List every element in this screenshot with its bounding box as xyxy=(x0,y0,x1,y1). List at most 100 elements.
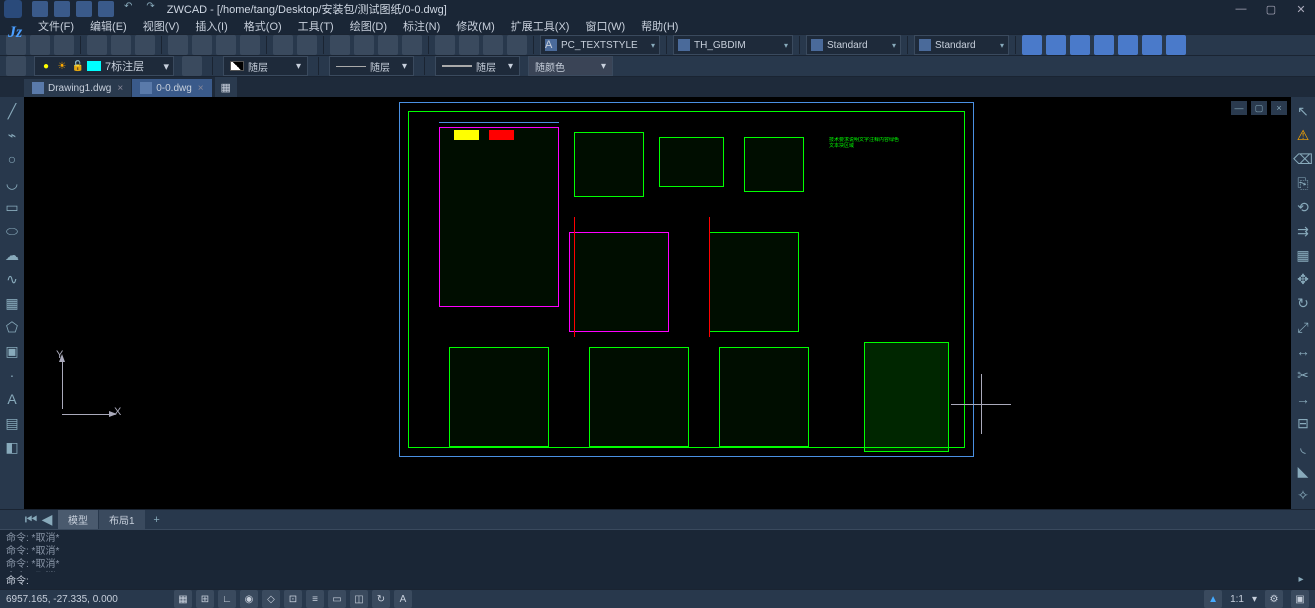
paste-icon[interactable] xyxy=(216,35,236,55)
dyninput-toggle-icon[interactable]: ▭ xyxy=(328,590,346,608)
rotate-tool-icon[interactable]: ↻ xyxy=(1293,293,1313,313)
polar-toggle-icon[interactable]: ◉ xyxy=(240,590,258,608)
hatch-tool-icon[interactable]: ▦ xyxy=(2,293,22,313)
circle-tool-icon[interactable]: ○ xyxy=(2,149,22,169)
color-dropdown[interactable]: 随层 ▾ xyxy=(223,56,308,76)
menu-insert[interactable]: 插入(I) xyxy=(187,18,235,34)
update-icon[interactable] xyxy=(1070,35,1090,55)
layout-tab-model[interactable]: 模型 xyxy=(58,510,98,529)
layer-manager-icon[interactable] xyxy=(6,56,26,76)
calc-icon[interactable] xyxy=(507,35,527,55)
spline-tool-icon[interactable]: ∿ xyxy=(2,269,22,289)
tab-0-0[interactable]: 0-0.dwg × xyxy=(132,79,211,97)
scale-dropdown-icon[interactable]: ▾ xyxy=(1252,594,1257,605)
rectangle-tool-icon[interactable]: ▭ xyxy=(2,197,22,217)
break-tool-icon[interactable]: ⊟ xyxy=(1293,413,1313,433)
warn-tool-icon[interactable]: ⚠ xyxy=(1293,125,1313,145)
toolpalette-icon[interactable] xyxy=(483,35,503,55)
command-dropdown-icon[interactable]: ▸ xyxy=(1293,574,1309,585)
mleaderstyle-dropdown[interactable]: Standard ▾ xyxy=(914,35,1009,55)
qat-save-icon[interactable] xyxy=(76,1,92,17)
menu-file[interactable]: 文件(F) xyxy=(30,18,82,34)
qat-redo-arrow-icon[interactable]: ↷ xyxy=(146,1,154,17)
tab-close-icon[interactable]: × xyxy=(117,83,123,94)
close-button[interactable]: ✕ xyxy=(1291,1,1311,17)
undo-icon[interactable] xyxy=(273,35,293,55)
extra2-icon[interactable] xyxy=(1166,35,1186,55)
designcenter-icon[interactable] xyxy=(459,35,479,55)
menu-edit[interactable]: 编辑(E) xyxy=(82,18,135,34)
trim-tool-icon[interactable]: ✂ xyxy=(1293,365,1313,385)
lineweight-dropdown[interactable]: 随层 ▾ xyxy=(435,56,520,76)
arc-tool-icon[interactable]: ◡ xyxy=(2,173,22,193)
line-tool-icon[interactable]: ╱ xyxy=(2,101,22,121)
polygon-tool-icon[interactable]: ⬠ xyxy=(2,317,22,337)
cloud-icon[interactable] xyxy=(1046,35,1066,55)
status-coordinates[interactable]: 6957.165, -27.335, 0.000 xyxy=(6,594,166,605)
stretch-tool-icon[interactable]: ↔ xyxy=(1293,341,1313,361)
menu-ext[interactable]: 扩展工具(X) xyxy=(503,18,578,34)
fillet-tool-icon[interactable]: ◟ xyxy=(1293,437,1313,457)
block-tool-icon[interactable]: ▣ xyxy=(2,341,22,361)
zoom-win-icon[interactable] xyxy=(378,35,398,55)
zoom-icon[interactable] xyxy=(354,35,374,55)
erase-tool-icon[interactable]: ⌫ xyxy=(1293,149,1313,169)
qat-saveas-icon[interactable] xyxy=(98,1,114,17)
menu-view[interactable]: 视图(V) xyxy=(135,18,188,34)
help-icon[interactable] xyxy=(1022,35,1042,55)
save-icon[interactable] xyxy=(54,35,74,55)
snap-toggle-icon[interactable]: ⊞ xyxy=(196,590,214,608)
properties-icon[interactable] xyxy=(435,35,455,55)
print-icon[interactable] xyxy=(87,35,107,55)
menu-dim[interactable]: 标注(N) xyxy=(395,18,448,34)
viewport-close-icon[interactable]: × xyxy=(1271,101,1287,115)
qat-new-icon[interactable] xyxy=(32,1,48,17)
workspace-icon[interactable]: ⚙ xyxy=(1265,590,1283,608)
ellipse-tool-icon[interactable]: ⬭ xyxy=(2,221,22,241)
new-tab-button[interactable]: ▦ xyxy=(215,77,237,97)
mirror-tool-icon[interactable]: ⟲ xyxy=(1293,197,1313,217)
tablestyle-dropdown[interactable]: Standard ▾ xyxy=(806,35,901,55)
cloud-tool-icon[interactable]: ☁ xyxy=(2,245,22,265)
chamfer-tool-icon[interactable]: ◣ xyxy=(1293,461,1313,481)
explode-tool-icon[interactable]: ✧ xyxy=(1293,485,1313,505)
copy-tool-icon[interactable]: ⎘ xyxy=(1293,173,1313,193)
layout-tab-layout1[interactable]: 布局1 xyxy=(99,510,145,529)
qat-open-icon[interactable] xyxy=(54,1,70,17)
model-toggle-icon[interactable]: ◫ xyxy=(350,590,368,608)
lwt-toggle-icon[interactable]: ≡ xyxy=(306,590,324,608)
match-icon[interactable] xyxy=(240,35,260,55)
menu-modify[interactable]: 修改(M) xyxy=(448,18,503,34)
point-tool-icon[interactable]: · xyxy=(2,365,22,385)
app-brand-icon[interactable]: Jz xyxy=(8,24,22,42)
drawing-canvas[interactable]: — ▢ × 技术要求说明文字注释内容绿色文本块区域 xyxy=(24,97,1291,509)
command-input[interactable] xyxy=(33,574,1293,585)
table-tool-icon[interactable]: ▤ xyxy=(2,413,22,433)
copy-icon[interactable] xyxy=(192,35,212,55)
clean-screen-icon[interactable]: ▣ xyxy=(1291,590,1309,608)
zoom-prev-icon[interactable] xyxy=(402,35,422,55)
viewport-max-icon[interactable]: ▢ xyxy=(1251,101,1267,115)
layout-add-button[interactable]: + xyxy=(148,512,166,528)
textstyle-dropdown[interactable]: A PC_TEXTSTYLE ▾ xyxy=(540,35,660,55)
offset-tool-icon[interactable]: ⇉ xyxy=(1293,221,1313,241)
linetype-dropdown[interactable]: 随层 ▾ xyxy=(329,56,414,76)
home-icon[interactable] xyxy=(1094,35,1114,55)
move-tool-icon[interactable]: ✥ xyxy=(1293,269,1313,289)
polyline-tool-icon[interactable]: ⌁ xyxy=(2,125,22,145)
region-tool-icon[interactable]: ◧ xyxy=(2,437,22,457)
anno-scale-label[interactable]: 1:1 xyxy=(1230,594,1244,605)
layout-prev-icon[interactable]: ◀ xyxy=(40,513,54,527)
menu-window[interactable]: 窗口(W) xyxy=(577,18,633,34)
cursor-tool-icon[interactable]: ↖ xyxy=(1293,101,1313,121)
open-icon[interactable] xyxy=(30,35,50,55)
app-icon[interactable] xyxy=(1118,35,1138,55)
cycle-toggle-icon[interactable]: ↻ xyxy=(372,590,390,608)
viewport-min-icon[interactable]: — xyxy=(1231,101,1247,115)
layer-prev-icon[interactable] xyxy=(182,56,202,76)
anno-scale-icon[interactable]: ▲ xyxy=(1204,590,1222,608)
grid-toggle-icon[interactable]: ▦ xyxy=(174,590,192,608)
text-tool-icon[interactable]: A xyxy=(2,389,22,409)
publish-icon[interactable] xyxy=(135,35,155,55)
tab-close-icon[interactable]: × xyxy=(198,83,204,94)
